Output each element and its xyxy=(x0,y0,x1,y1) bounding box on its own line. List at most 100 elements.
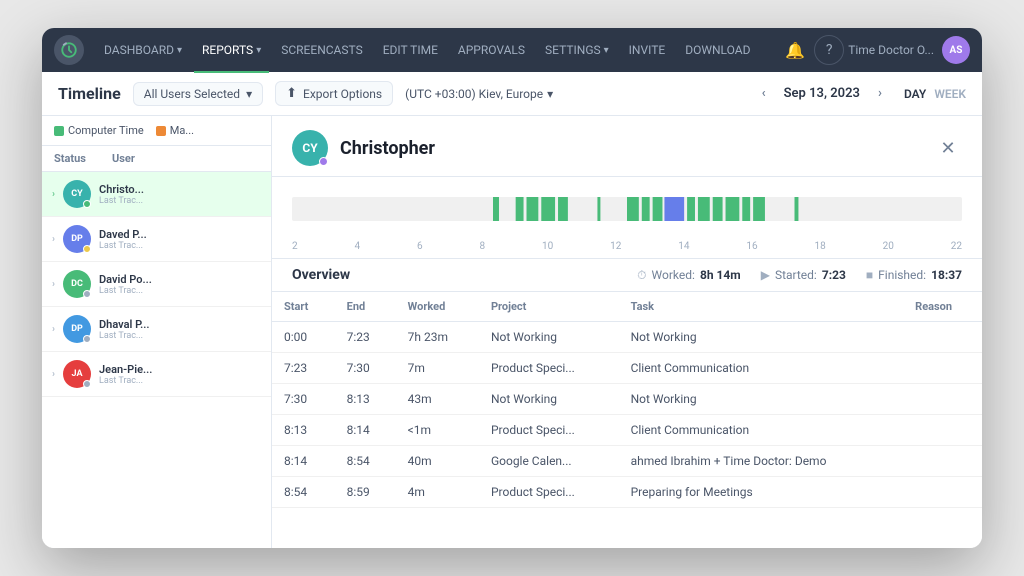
status-badge xyxy=(83,245,91,253)
col-end: End xyxy=(335,292,396,322)
avatar: DP xyxy=(63,315,91,343)
col-start: Start xyxy=(272,292,335,322)
overview-row: Overview ⏱ Worked: 8h 14m ▶ Started: 7:2… xyxy=(272,259,982,292)
users-selected-label: All Users Selected xyxy=(144,87,240,101)
col-project: Project xyxy=(479,292,619,322)
close-icon[interactable]: ✕ xyxy=(934,134,962,162)
app-logo[interactable] xyxy=(54,35,84,65)
chevron-down-icon: ▾ xyxy=(177,45,182,56)
chevron-down-icon: ▾ xyxy=(604,45,609,56)
col-status: Status xyxy=(54,152,104,165)
legend-computer-time: Computer Time xyxy=(54,124,144,137)
table-row: 8:548:594mProduct Speci...Preparing for … xyxy=(272,477,982,508)
next-date-button[interactable]: › xyxy=(868,82,892,106)
modal-avatar: CY xyxy=(292,130,328,166)
table-row: 8:138:14<1mProduct Speci...Client Commun… xyxy=(272,415,982,446)
table-row: 7:308:1343mNot WorkingNot Working xyxy=(272,384,982,415)
status-badge xyxy=(83,335,91,343)
prev-date-button[interactable]: ‹ xyxy=(752,82,776,106)
user-detail-modal: CY Christopher ✕ xyxy=(272,116,982,548)
notification-icon[interactable]: 🔔 xyxy=(780,35,810,65)
legend-row: Computer Time Ma... xyxy=(42,116,271,146)
timeline-svg xyxy=(292,187,962,237)
legend-manual-time: Ma... xyxy=(156,124,194,137)
nav-screencasts[interactable]: SCREENCASTS xyxy=(273,39,371,61)
col-user: User xyxy=(112,152,259,165)
timeline-toolbar: Timeline All Users Selected ▾ ⬆ Export O… xyxy=(42,72,982,116)
table-header: Status User xyxy=(42,146,271,172)
worked-value: 8h 14m xyxy=(700,268,741,282)
help-icon[interactable]: ? xyxy=(814,35,844,65)
modal-header: CY Christopher ✕ xyxy=(272,116,982,177)
chevron-down-icon: ▾ xyxy=(246,87,252,101)
nav-invite[interactable]: INVITE xyxy=(621,39,674,61)
user-last-tracked: Last Trac... xyxy=(99,196,261,206)
play-icon: ▶ xyxy=(761,268,770,282)
chevron-right-icon: › xyxy=(52,324,55,335)
nav-download[interactable]: DOWNLOAD xyxy=(677,39,758,61)
user-last-tracked: Last Trac... xyxy=(99,331,261,341)
chart-axis: 2 4 6 8 10 12 14 16 18 20 22 xyxy=(292,241,962,252)
time-entries-table: Start End Worked Project Task Reason 0:0… xyxy=(272,292,982,548)
finished-value: 18:37 xyxy=(931,268,962,282)
status-badge xyxy=(83,200,91,208)
day-button[interactable]: DAY xyxy=(904,87,926,101)
table-row: 7:237:307mProduct Speci...Client Communi… xyxy=(272,353,982,384)
chevron-right-icon: › xyxy=(52,279,55,290)
stop-icon: ■ xyxy=(866,268,873,282)
table-row: 0:007:237h 23mNot WorkingNot Working xyxy=(272,322,982,353)
user-name: David Po... xyxy=(99,273,261,286)
chevron-right-icon: › xyxy=(52,369,55,380)
chevron-down-icon: ▾ xyxy=(547,87,553,101)
nav-dashboard[interactable]: DASHBOARD ▾ xyxy=(96,39,190,61)
avatar: DP xyxy=(63,225,91,253)
user-row[interactable]: › DC David Po... Last Trac... xyxy=(42,262,271,307)
status-badge xyxy=(83,380,91,388)
main-content: Computer Time Ma... Status User › CY xyxy=(42,116,982,548)
user-last-tracked: Last Trac... xyxy=(99,376,261,386)
clock-icon: ⏱ xyxy=(637,268,646,283)
user-row[interactable]: › JA Jean-Pie... Last Trac... xyxy=(42,352,271,397)
week-button[interactable]: WEEK xyxy=(934,87,966,101)
date-navigation: ‹ Sep 13, 2023 › xyxy=(752,82,892,106)
started-value: 7:23 xyxy=(822,268,846,282)
chevron-right-icon: › xyxy=(52,234,55,245)
chevron-right-icon: › xyxy=(52,189,55,200)
export-button[interactable]: ⬆ Export Options xyxy=(275,81,393,106)
page-title: Timeline xyxy=(58,84,121,103)
timezone-label: (UTC +03:00) Kiev, Europe xyxy=(405,87,543,101)
top-nav: DASHBOARD ▾ REPORTS ▾ SCREENCASTS EDIT T… xyxy=(42,28,982,72)
col-reason: Reason xyxy=(903,292,982,322)
user-row[interactable]: › DP Daved P... Last Trac... xyxy=(42,217,271,262)
user-name: Christo... xyxy=(99,183,261,196)
user-info: Christo... Last Trac... xyxy=(99,183,261,206)
user-last-tracked: Last Trac... xyxy=(99,286,261,296)
nav-reports[interactable]: REPORTS ▾ xyxy=(194,39,269,61)
user-info: Jean-Pie... Last Trac... xyxy=(99,363,261,386)
avatar: DC xyxy=(63,270,91,298)
avatar[interactable]: AS xyxy=(942,36,970,64)
user-label: Time Doctor O... xyxy=(848,43,934,57)
timezone-selector[interactable]: (UTC +03:00) Kiev, Europe ▾ xyxy=(405,87,553,101)
user-row[interactable]: › DP Dhaval P... Last Trac... xyxy=(42,307,271,352)
status-badge xyxy=(83,290,91,298)
nav-approvals[interactable]: APPROVALS xyxy=(450,39,533,61)
avatar-badge xyxy=(319,157,328,166)
legend-dot-green xyxy=(54,126,64,136)
upload-icon: ⬆ xyxy=(286,86,297,101)
user-name: Jean-Pie... xyxy=(99,363,261,376)
finished-stat: ■ Finished: 18:37 xyxy=(866,268,962,282)
user-info: Daved P... Last Trac... xyxy=(99,228,261,251)
sidebar-table: Computer Time Ma... Status User › CY xyxy=(42,116,272,548)
timeline-chart: 2 4 6 8 10 12 14 16 18 20 22 xyxy=(272,177,982,259)
nav-edit-time[interactable]: EDIT TIME xyxy=(375,39,446,61)
user-row[interactable]: › CY Christo... Last Trac... xyxy=(42,172,271,217)
avatar: JA xyxy=(63,360,91,388)
user-info: Dhaval P... Last Trac... xyxy=(99,318,261,341)
users-selector[interactable]: All Users Selected ▾ xyxy=(133,82,263,106)
chevron-down-icon: ▾ xyxy=(256,45,261,56)
worked-stat: ⏱ Worked: 8h 14m xyxy=(637,268,741,283)
table-row: 8:148:5440mGoogle Calen...ahmed Ibrahim … xyxy=(272,446,982,477)
nav-settings[interactable]: SETTINGS ▾ xyxy=(537,39,617,61)
current-date: Sep 13, 2023 xyxy=(784,86,860,101)
